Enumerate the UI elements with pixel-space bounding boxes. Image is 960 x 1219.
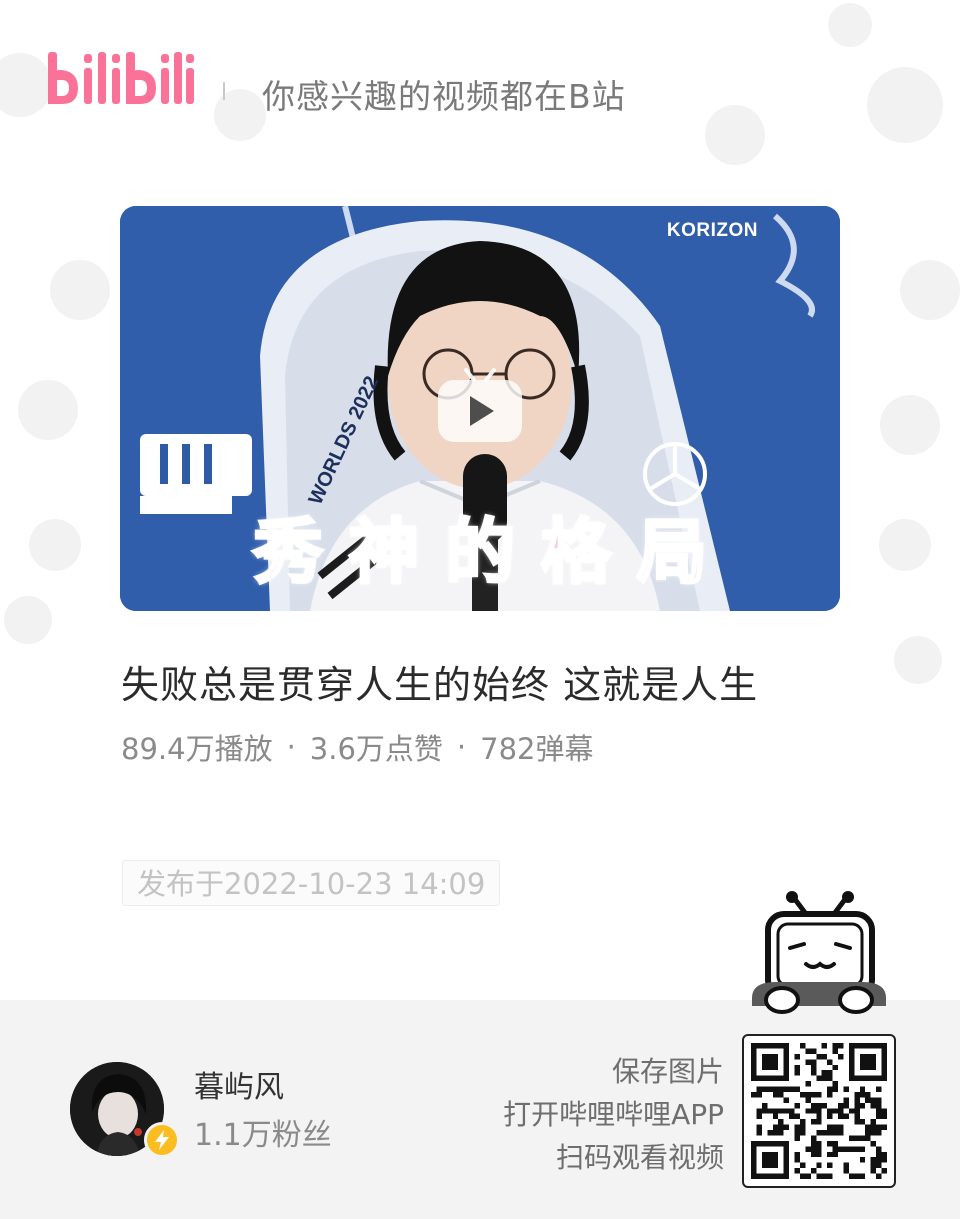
uploader-fans: 1.1万粉丝 bbox=[194, 1118, 332, 1153]
video-thumbnail[interactable]: WORLDS 2022 KORIZON 秀神的格局 bbox=[120, 206, 840, 611]
header: 你感兴趣的视频都在B站 bbox=[0, 0, 960, 180]
danmaku-count: 782弹幕 bbox=[480, 732, 594, 766]
tagline: 你感兴趣的视频都在B站 bbox=[262, 77, 626, 116]
sponsor-brand: KORIZON bbox=[666, 220, 758, 241]
tv-mascot-icon bbox=[752, 891, 886, 1014]
open-app-text: 打开哔哩哔哩APP bbox=[503, 1098, 724, 1131]
uploader-name[interactable]: 暮屿风 bbox=[194, 1062, 284, 1106]
thumbnail-caption: 秀神的格局 bbox=[252, 510, 733, 595]
qr-code[interactable] bbox=[742, 1034, 896, 1188]
video-title[interactable]: 失败总是贯穿人生的始终 这就是人生 bbox=[121, 654, 758, 709]
lightning-icon bbox=[144, 1122, 180, 1158]
play-count: 89.4万播放 bbox=[121, 732, 273, 766]
scan-to-watch-text: 扫码观看视频 bbox=[555, 1141, 724, 1174]
publish-date: 发布于2022-10-23 14:09 bbox=[122, 860, 501, 906]
bilibili-logo[interactable] bbox=[44, 44, 194, 116]
play-icon[interactable] bbox=[436, 364, 524, 444]
like-count: 3.6万点赞 bbox=[309, 732, 443, 766]
qr-code-image bbox=[751, 1043, 887, 1179]
share-instructions: 保存图片 打开哔哩哔哩APP 扫码观看视频 bbox=[503, 1050, 724, 1179]
stat-separator: · bbox=[456, 730, 467, 764]
header-divider bbox=[223, 82, 225, 100]
video-stats: 89.4万播放 · 3.6万点赞 · 782弹幕 bbox=[121, 726, 594, 768]
stat-separator: · bbox=[286, 730, 296, 764]
save-image-text: 保存图片 bbox=[611, 1055, 724, 1088]
